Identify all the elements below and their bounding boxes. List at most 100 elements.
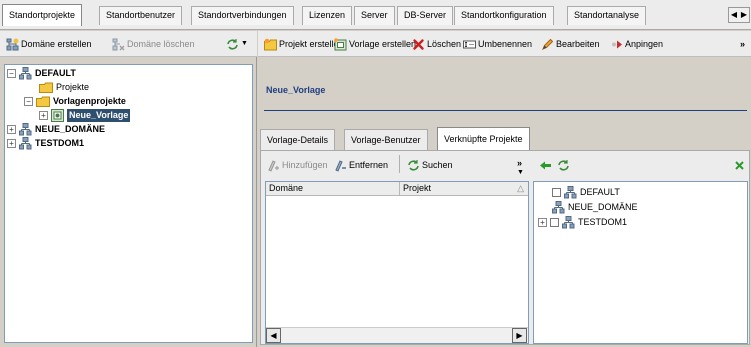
tab-db-server[interactable]: DB-Server (397, 6, 454, 25)
create-domain-label: Domäne erstellen (21, 39, 92, 49)
tree-item-default[interactable]: − DEFAULT (7, 67, 76, 80)
collapse-icon[interactable]: − (24, 97, 33, 106)
pin-label: Anpingen (625, 39, 664, 49)
scroll-right-icon[interactable]: ▶ (739, 9, 749, 21)
create-template-icon (334, 37, 347, 51)
tab-scroll-buttons[interactable]: ◀ ▶ (728, 7, 750, 23)
close-icon (733, 159, 746, 172)
tree-item-vorlagenprojekte[interactable]: − Vorlagenprojekte (24, 95, 126, 108)
create-domain-button[interactable]: Domäne erstellen (6, 36, 92, 52)
expand-icon[interactable]: + (7, 125, 16, 134)
picker-item-label: NEUE_DOMÄNE (568, 202, 638, 212)
ping-icon (610, 38, 623, 51)
tree-item-label: TESTDOM1 (35, 138, 85, 148)
create-template-button[interactable]: Vorlage erstellen (334, 36, 416, 52)
domain-icon (19, 137, 32, 150)
create-project-icon (264, 38, 277, 51)
chevron-down-icon[interactable]: ▼ (517, 165, 524, 181)
tree-item-label: NEUE_DOMÄNE (35, 124, 106, 134)
tab-server[interactable]: Server (354, 6, 395, 25)
column-label: Domäne (269, 183, 304, 193)
domain-icon (562, 216, 575, 229)
tree-item-projekte[interactable]: Projekte (39, 81, 89, 94)
tree-item-label: Neue_Vorlage (67, 109, 131, 122)
picker-item-label: DEFAULT (580, 187, 620, 197)
add-label: Hinzufügen (282, 160, 328, 170)
column-header-projekt[interactable]: Projekt △ (400, 182, 528, 196)
tab-lizenzen[interactable]: Lizenzen (302, 6, 353, 25)
delete-icon (412, 38, 425, 51)
picker-item-neue-domaene[interactable]: NEUE_DOMÄNE (552, 201, 638, 214)
tab-label: Standortprojekte (9, 10, 76, 20)
expand-icon[interactable]: + (7, 139, 16, 148)
scroll-right-icon[interactable]: ▶ (512, 328, 527, 343)
expand-icon[interactable]: + (39, 111, 48, 120)
horizontal-scrollbar[interactable]: ◀ ▶ (266, 327, 528, 343)
domain-toolbar: Domäne erstellen Domäne löschen ▼ (0, 31, 257, 57)
domain-icon (19, 123, 32, 136)
scroll-left-icon[interactable]: ◀ (729, 9, 739, 21)
domain-tree: − DEFAULT Projekte − Vorlagenprojekte + … (4, 64, 253, 343)
tree-item-neue-vorlage[interactable]: + Neue_Vorlage (39, 109, 131, 122)
picker-item-testdom1[interactable]: + TESTDOM1 (538, 216, 627, 229)
tab-standortprojekte[interactable]: Standortprojekte (2, 4, 83, 26)
delete-domain-button[interactable]: Domäne löschen (112, 36, 195, 52)
create-domain-icon (6, 38, 19, 51)
tab-label: Standortkonfiguration (461, 10, 547, 20)
domain-icon (564, 186, 577, 199)
tab-verknuepfte-projekte[interactable]: Verknüpfte Projekte (437, 127, 530, 151)
tab-label: Vorlage-Benutzer (351, 135, 421, 145)
refresh-picker-button[interactable] (557, 157, 570, 173)
add-button[interactable]: Hinzufügen (267, 157, 328, 173)
column-label: Projekt (403, 183, 432, 193)
linked-projects-grid: Domäne Projekt △ ◀ ▶ (265, 181, 529, 344)
remove-label: Entfernen (349, 160, 389, 170)
add-link-icon (267, 159, 280, 172)
column-header-domaene[interactable]: Domäne (266, 182, 400, 196)
tree-item-neue-domaene[interactable]: + NEUE_DOMÄNE (7, 123, 105, 136)
remove-button[interactable]: Entfernen (334, 157, 388, 173)
tree-item-label: DEFAULT (35, 68, 76, 78)
refresh-dropdown-button[interactable]: ▼ (226, 36, 248, 52)
folder-icon (39, 82, 53, 93)
project-picker-tree: DEFAULT NEUE_DOMÄNE + TESTDOM1 (533, 181, 748, 344)
pencil-icon (541, 38, 554, 51)
checkbox[interactable] (552, 188, 561, 197)
expand-icon[interactable]: + (538, 218, 547, 227)
tree-item-label: Vorlagenprojekte (53, 96, 126, 106)
edit-label: Bearbeiten (556, 39, 600, 49)
refresh-icon (226, 38, 239, 51)
checkbox[interactable] (550, 218, 559, 227)
sort-icon: △ (517, 183, 524, 193)
arrow-left-icon (539, 159, 552, 172)
project-toolbar: Projekt erstellen Vorlage erstellen Lösc… (258, 31, 751, 57)
tab-label: Standortverbindungen (198, 10, 287, 20)
tab-standortkonfiguration[interactable]: Standortkonfiguration (454, 6, 554, 25)
tab-label: Vorlage-Details (267, 135, 329, 145)
tab-standortverbindungen[interactable]: Standortverbindungen (191, 6, 294, 25)
pin-button[interactable]: Anpingen (610, 36, 663, 52)
picker-item-default[interactable]: DEFAULT (552, 186, 620, 199)
tab-label: DB-Server (404, 10, 447, 20)
domain-icon (19, 67, 32, 80)
tab-label: Server (361, 10, 388, 20)
tab-standortbenutzer[interactable]: Standortbenutzer (99, 6, 183, 25)
linked-projects-panel: Hinzufügen Entfernen Suchen » ▼ Domäne P… (260, 150, 750, 345)
delete-button[interactable]: Löschen (412, 36, 461, 52)
edit-button[interactable]: Bearbeiten (541, 36, 600, 52)
scroll-left-icon[interactable]: ◀ (266, 328, 281, 343)
refresh-icon (407, 159, 420, 172)
tab-vorlage-benutzer[interactable]: Vorlage-Benutzer (344, 129, 428, 151)
tab-standortanalyse[interactable]: Standortanalyse (567, 6, 647, 25)
tree-item-testdom1[interactable]: + TESTDOM1 (7, 137, 84, 150)
tab-vorlage-details[interactable]: Vorlage-Details (260, 129, 336, 151)
rename-button[interactable]: Umbenennen (463, 36, 532, 52)
search-button[interactable]: Suchen (407, 157, 453, 173)
collapse-icon[interactable]: − (7, 69, 16, 78)
close-picker-button[interactable] (733, 157, 746, 173)
page-title: Neue_Vorlage (266, 85, 326, 95)
move-left-button[interactable] (539, 157, 552, 173)
more-toolbar-button[interactable]: » (740, 36, 745, 52)
create-project-button[interactable]: Projekt erstellen (264, 36, 344, 52)
domain-tree-pane: Domäne erstellen Domäne löschen ▼ − DEFA… (0, 31, 257, 347)
